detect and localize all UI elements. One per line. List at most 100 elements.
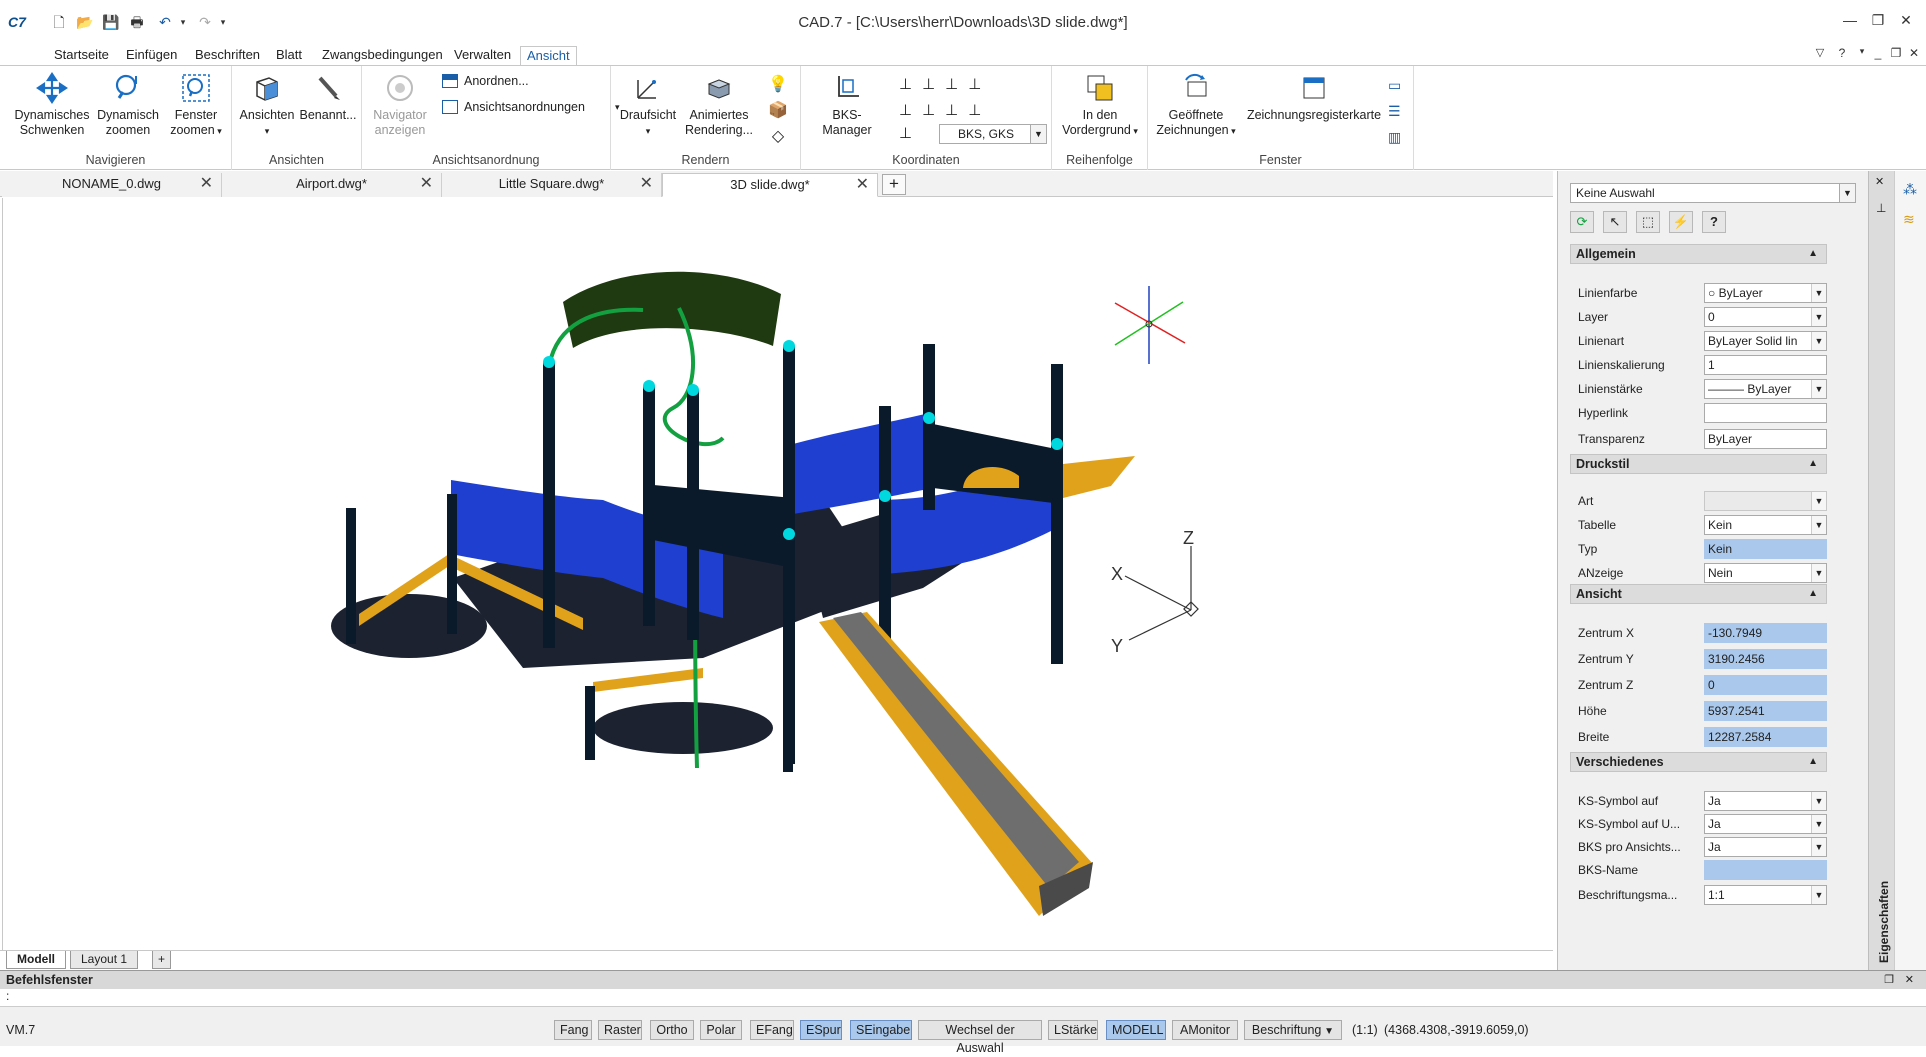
layout-tab-model[interactable]: Modell (6, 951, 66, 969)
section-header[interactable]: Allgemein ▲ (1570, 244, 1827, 264)
restore-icon[interactable]: ❐ (1868, 12, 1888, 30)
cmd-restore-icon[interactable]: ❐ (1884, 971, 1894, 989)
property-value[interactable]: Ja ▼ (1704, 814, 1827, 834)
section-header[interactable]: Ansicht ▲ (1570, 584, 1827, 604)
dropdown-chevron-icon[interactable]: ▼ (1811, 308, 1826, 326)
status-toggle-fang[interactable]: Fang (554, 1020, 592, 1040)
tab-startseite[interactable]: Startseite (48, 46, 115, 66)
status-toggle-beschriftung[interactable]: Beschriftung ▼ (1244, 1020, 1342, 1040)
property-value[interactable] (1704, 403, 1827, 423)
section-header[interactable]: Verschiedenes ▲ (1570, 752, 1827, 772)
doc-tab-little-square[interactable]: Little Square.dwg* ✕ (442, 173, 662, 197)
doc-tab-airport[interactable]: Airport.dwg* ✕ (222, 173, 442, 197)
dropdown-chevron-icon[interactable]: ▼ (1811, 516, 1826, 534)
named-views-button[interactable]: Benannt... (296, 72, 360, 123)
tile-horizontal-icon[interactable]: ☰ (1388, 98, 1408, 124)
help-icon[interactable]: ? (1832, 46, 1852, 64)
tab-blatt[interactable]: Blatt (270, 46, 308, 66)
views-button[interactable]: Ansichten ▾ (236, 72, 298, 139)
open-drawings-button[interactable]: Geöffnete Zeichnungen ▾ (1152, 72, 1240, 139)
dropdown-chevron-icon[interactable]: ▼ (1811, 284, 1826, 302)
tab-zwangsbedingungen[interactable]: Zwangsbedingungen (316, 46, 449, 66)
doc-tab-3d-slide[interactable]: 3D slide.dwg* ✕ (662, 173, 878, 197)
dynamic-zoom-button[interactable]: Dynamisch zoomen (96, 72, 160, 138)
property-value[interactable]: Kein ▼ (1704, 515, 1827, 535)
ucs-icon-small[interactable]: ⊥ (899, 124, 912, 142)
property-value[interactable]: 1 (1704, 355, 1827, 375)
pin-panel-icon[interactable]: ✕ (1875, 175, 1884, 188)
minimize-icon[interactable]: — (1840, 12, 1860, 30)
status-toggle-modell[interactable]: MODELL (1106, 1020, 1166, 1040)
annotation-icon[interactable]: ⁂ (1903, 181, 1917, 198)
cascade-icon[interactable]: ▭ (1388, 72, 1408, 98)
tab-beschriften[interactable]: Beschriften (189, 46, 266, 66)
property-value[interactable]: ByLayer Solid lin ▼ (1704, 331, 1827, 351)
doc-restore-icon[interactable]: ❐ (1886, 46, 1906, 64)
collapse-icon[interactable]: ▲ (1808, 455, 1818, 473)
bring-to-front-button[interactable]: In den Vordergrund ▾ (1056, 72, 1144, 139)
status-toggle-espur[interactable]: ESpur (800, 1020, 842, 1040)
tile-vertical-icon[interactable]: ▥ (1388, 124, 1408, 150)
select-objects-icon[interactable]: ↖ (1603, 211, 1627, 233)
view-arrangements-button[interactable]: Ansichtsanordnungen ▾ (442, 100, 619, 114)
dropdown-chevron-icon[interactable]: ▼ (1811, 332, 1826, 350)
dropdown-chevron-icon[interactable]: ▼ (1811, 815, 1826, 833)
close-tab-icon[interactable]: ✕ (420, 173, 433, 195)
layout-tab-layout1[interactable]: Layout 1 (70, 951, 139, 969)
property-value[interactable]: Ja ▼ (1704, 837, 1827, 857)
dropdown-chevron-icon[interactable]: ▼ (1811, 492, 1826, 510)
model-3d-drawing[interactable]: Z X Y (3, 198, 1554, 950)
property-filter-icon[interactable]: ⚡ (1669, 211, 1693, 233)
doc-tab-noname[interactable]: NONAME_0.dwg ✕ (2, 173, 222, 197)
properties-side-label[interactable]: Eigenschaften (1877, 873, 1891, 963)
status-toggle-lstärke[interactable]: LStärke (1048, 1020, 1098, 1040)
window-zoom-button[interactable]: Fenster zoomen ▾ (164, 72, 228, 139)
drawing-viewport[interactable]: Z X Y (2, 198, 1553, 950)
arrange-button[interactable]: Anordnen... (442, 74, 529, 88)
new-tab-button[interactable]: + (882, 174, 906, 195)
quick-select-icon[interactable]: ⬚ (1636, 211, 1660, 233)
property-value[interactable]: Ja ▼ (1704, 791, 1827, 811)
dropdown-chevron-icon[interactable]: ▼ (1811, 564, 1826, 582)
doc-close-icon[interactable]: ✕ (1904, 46, 1924, 64)
collapse-icon[interactable]: ▲ (1808, 753, 1818, 771)
status-toggle-ortho[interactable]: Ortho (650, 1020, 694, 1040)
drawing-tab-button[interactable]: Zeichnungsregisterkarte (1244, 72, 1384, 123)
tab-ansicht[interactable]: Ansicht (520, 46, 577, 66)
dropdown-chevron-icon[interactable]: ▼ (1811, 886, 1826, 904)
status-toggle-efang[interactable]: EFang (750, 1020, 794, 1040)
status-toggle-seingabe[interactable]: SEingabe (850, 1020, 912, 1040)
status-toggle-wechsel-der-auswahl[interactable]: Wechsel der Auswahl (918, 1020, 1042, 1055)
ucs-tools-row1-icon[interactable]: ⊥⊥⊥⊥ (899, 72, 1029, 98)
property-value[interactable]: ByLayer (1704, 429, 1827, 449)
cmd-close-icon[interactable]: ✕ (1905, 971, 1914, 989)
tab-verwalten[interactable]: Verwalten (448, 46, 517, 66)
close-icon[interactable]: ✕ (1896, 12, 1916, 30)
light-icon[interactable]: 💡 (761, 72, 795, 98)
property-value[interactable]: ▼ (1704, 491, 1827, 511)
ucs-tools-row2-icon[interactable]: ⊥⊥⊥⊥ (899, 98, 1029, 124)
ucs-select-chevron-icon[interactable]: ▼ (1030, 125, 1046, 143)
property-value[interactable]: ——— ByLayer ▼ (1704, 379, 1827, 399)
layers-icon[interactable]: ≋ (1903, 211, 1915, 228)
doc-minimize-icon[interactable]: _ (1868, 46, 1888, 64)
toggle-pickadd-icon[interactable]: ⟳ (1570, 211, 1594, 233)
tab-einfuegen[interactable]: Einfügen (120, 46, 183, 66)
selection-chevron-icon[interactable]: ▼ (1839, 184, 1855, 202)
status-toggle-amonitor[interactable]: AMonitor (1172, 1020, 1238, 1040)
status-toggle-polar[interactable]: Polar (700, 1020, 742, 1040)
close-tab-icon[interactable]: ✕ (640, 173, 653, 195)
close-tab-icon[interactable]: ✕ (856, 174, 869, 196)
help-properties-icon[interactable]: ? (1702, 211, 1726, 233)
animated-render-button[interactable]: Animiertes Rendering... (681, 72, 757, 138)
section-header[interactable]: Druckstil ▲ (1570, 454, 1827, 474)
shapes-icon[interactable]: ◇ (761, 124, 795, 150)
dynamic-pan-button[interactable]: Dynamisches Schwenken (12, 72, 92, 138)
ribbon-minimize-icon[interactable]: ▽ (1810, 46, 1830, 64)
annotation-scale-chevron-icon[interactable]: ▼ (1321, 1026, 1334, 1037)
close-tab-icon[interactable]: ✕ (200, 173, 213, 195)
selection-dropdown[interactable]: Keine Auswahl ▼ (1570, 183, 1856, 203)
material-icon[interactable]: 📦 (761, 98, 795, 124)
navigator-button[interactable]: Navigator anzeigen (364, 72, 436, 138)
collapse-icon[interactable]: ▲ (1808, 585, 1818, 603)
